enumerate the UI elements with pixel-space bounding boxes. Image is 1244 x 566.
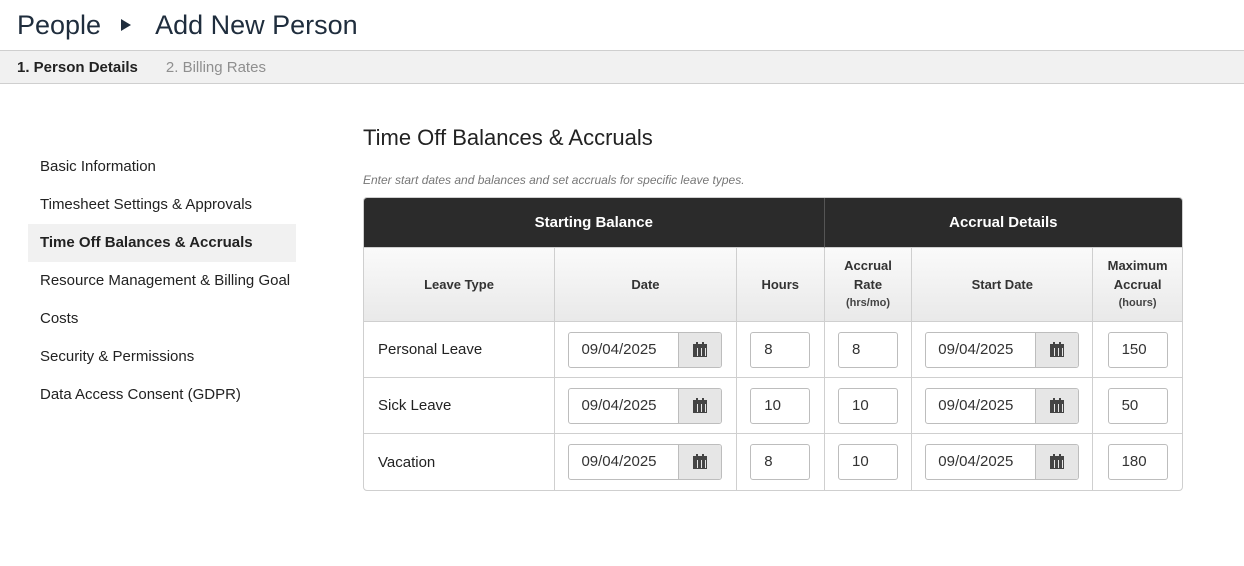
date-value[interactable]: 09/04/2025 — [569, 333, 678, 367]
calendar-icon — [1050, 397, 1065, 413]
maximum-accrual-input[interactable]: 50 — [1107, 387, 1168, 424]
hours-cell: 8 — [736, 322, 825, 378]
date-value[interactable]: 09/04/2025 — [926, 445, 1035, 479]
col-maximum-accrual-line1: Maximum — [1107, 258, 1168, 273]
calendar-icon — [693, 454, 708, 469]
date-cell: 09/04/2025 — [555, 434, 737, 490]
accrual-rate-input[interactable]: 8 — [838, 331, 899, 368]
time-off-section: Time Off Balances & Accruals Enter start… — [363, 125, 1183, 491]
table-row: Sick Leave 09/04/2025 10 10 09/04/2025 5… — [364, 378, 1182, 434]
start-date-cell: 09/04/2025 — [912, 322, 1094, 378]
start-balance-date-field[interactable]: 09/04/2025 — [568, 444, 723, 480]
date-picker-button[interactable] — [678, 332, 722, 367]
step-billing-rates[interactable]: 2. Billing Rates — [166, 59, 266, 76]
date-picker-button[interactable] — [678, 388, 722, 423]
caret-right-icon — [121, 19, 132, 31]
calendar-icon — [1050, 454, 1065, 469]
section-nav: Basic Information Timesheet Settings & A… — [28, 148, 296, 414]
page-title: Add New Person — [155, 9, 358, 40]
date-picker-button[interactable] — [1035, 445, 1079, 479]
date-picker-button[interactable] — [1035, 332, 1079, 367]
group-accrual-details: Accrual Details — [824, 198, 1182, 248]
breadcrumb-people-link[interactable]: People — [17, 10, 101, 41]
sidebar-item-resource-management[interactable]: Resource Management & Billing Goal — [28, 262, 296, 300]
date-value[interactable]: 09/04/2025 — [569, 445, 678, 479]
sidebar-item-security-permissions[interactable]: Security & Permissions — [28, 338, 296, 376]
sidebar-item-costs[interactable]: Costs — [28, 300, 296, 338]
rate-cell: 10 — [824, 378, 913, 434]
hours-input[interactable]: 10 — [750, 387, 811, 424]
col-leave-type: Leave Type — [364, 248, 556, 322]
calendar-icon — [693, 341, 708, 357]
max-cell: 180 — [1093, 434, 1182, 490]
col-date: Date — [555, 248, 737, 322]
accrual-rate-input[interactable]: 10 — [838, 387, 899, 424]
col-start-date: Start Date — [912, 248, 1094, 322]
maximum-accrual-input[interactable]: 150 — [1107, 331, 1168, 368]
start-balance-date-field[interactable]: 09/04/2025 — [568, 331, 723, 368]
breadcrumb: People Add New Person — [0, 0, 1244, 50]
accrual-start-date-field[interactable]: 09/04/2025 — [925, 444, 1080, 480]
col-accrual-rate-unit: (hrs/mo) — [846, 297, 891, 309]
start-balance-date-field[interactable]: 09/04/2025 — [568, 387, 723, 424]
date-value[interactable]: 09/04/2025 — [926, 333, 1035, 367]
col-maximum-accrual-unit: (hours) — [1118, 297, 1157, 309]
maximum-accrual-input[interactable]: 180 — [1107, 444, 1168, 480]
hours-input[interactable]: 8 — [750, 444, 811, 480]
sidebar-item-basic-information[interactable]: Basic Information — [28, 148, 296, 186]
col-maximum-accrual-line2: Accrual — [1113, 277, 1162, 292]
leave-type-cell: Personal Leave — [364, 322, 556, 378]
section-hint: Enter start dates and balances and set a… — [363, 173, 745, 187]
date-cell: 09/04/2025 — [555, 322, 737, 378]
sidebar-item-time-off-balances[interactable]: Time Off Balances & Accruals — [28, 224, 296, 262]
max-cell: 50 — [1093, 378, 1182, 434]
calendar-icon — [693, 397, 708, 413]
table-row: Personal Leave 09/04/2025 8 8 09/04/2025 — [364, 322, 1182, 378]
hours-cell: 8 — [737, 434, 825, 490]
start-date-cell: 09/04/2025 — [912, 434, 1094, 490]
col-accrual-rate: Accrual Rate (hrs/mo) — [824, 248, 913, 322]
hours-cell: 10 — [736, 378, 825, 434]
leave-type-cell: Sick Leave — [364, 378, 556, 434]
col-maximum-accrual: Maximum Accrual (hours) — [1093, 248, 1182, 322]
hours-input[interactable]: 8 — [750, 331, 811, 368]
rate-cell: 10 — [825, 434, 913, 490]
accrual-start-date-field[interactable]: 09/04/2025 — [925, 331, 1080, 368]
leave-balances-table: Starting Balance Accrual Details Leave T… — [363, 197, 1183, 491]
col-hours: Hours — [736, 248, 825, 322]
col-accrual-rate-line2: Rate — [853, 277, 883, 292]
date-picker-button[interactable] — [1035, 388, 1079, 423]
sidebar-item-timesheet-settings[interactable]: Timesheet Settings & Approvals — [28, 186, 296, 224]
date-value[interactable]: 09/04/2025 — [569, 389, 678, 423]
table-row: Vacation 09/04/2025 8 10 09/04/2025 180 — [364, 434, 1182, 490]
wizard-steps: 1. Person Details 2. Billing Rates — [0, 50, 1244, 84]
date-value[interactable]: 09/04/2025 — [926, 389, 1035, 423]
section-title: Time Off Balances & Accruals — [363, 125, 653, 150]
rate-cell: 8 — [824, 322, 913, 378]
col-accrual-rate-line1: Accrual — [844, 258, 892, 273]
leave-type-cell: Vacation — [364, 434, 556, 490]
step-person-details[interactable]: 1. Person Details — [17, 59, 138, 76]
calendar-icon — [1050, 341, 1065, 357]
accrual-start-date-field[interactable]: 09/04/2025 — [925, 387, 1080, 424]
date-picker-button[interactable] — [678, 445, 722, 479]
start-date-cell: 09/04/2025 — [912, 378, 1094, 434]
group-starting-balance: Starting Balance — [364, 198, 825, 248]
max-cell: 150 — [1093, 322, 1182, 378]
date-cell: 09/04/2025 — [555, 378, 737, 434]
accrual-rate-input[interactable]: 10 — [838, 444, 899, 480]
sidebar-item-gdpr[interactable]: Data Access Consent (GDPR) — [28, 376, 296, 414]
